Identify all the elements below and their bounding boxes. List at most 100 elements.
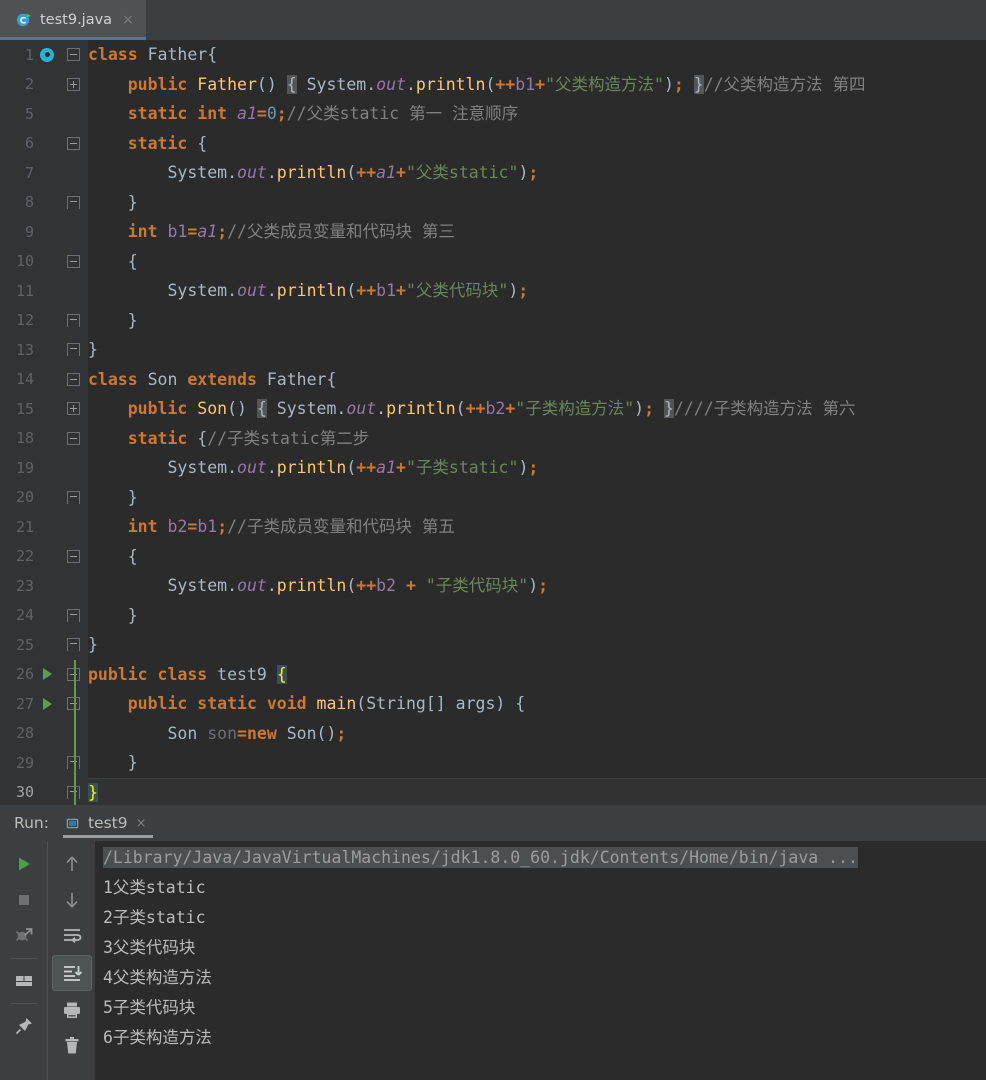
gutter-row[interactable]: 24 [0,601,88,631]
gutter-row[interactable]: 9 [0,217,88,247]
stop-button[interactable] [5,883,43,917]
code-line-row[interactable]: } [88,601,986,631]
code-line-row[interactable]: class Son extends Father{ [88,365,986,395]
gutter-row[interactable]: 13 [0,335,88,365]
fold-region-slot[interactable] [58,549,88,563]
fold-end-icon[interactable] [66,608,80,622]
gutter-row[interactable]: 14 [0,365,88,395]
code-line-row[interactable]: System.out.println(++a1+"父类static"); [88,158,986,188]
code-line-row[interactable]: public class test9 { [88,660,986,690]
code-line-row[interactable]: int b2=b1;//子类成员变量和代码块 第五 [88,512,986,542]
fold-region-slot[interactable] [58,313,88,327]
close-icon[interactable]: × [120,13,134,27]
gutter-row[interactable]: 25 [0,630,88,660]
code-line-row[interactable]: static int a1=0;//父类static 第一 注意顺序 [88,99,986,129]
gutter-row[interactable]: 18 [0,424,88,454]
fold-region-slot[interactable] [58,431,88,445]
fold-collapse-icon[interactable] [66,254,80,268]
soft-wrap-button[interactable] [53,919,91,953]
run-tab-test9[interactable]: test9 × [62,805,153,841]
gutter-marker-slot[interactable] [36,47,58,62]
fold-region-slot[interactable] [58,756,88,770]
rerun-failed-tests-button[interactable] [5,919,43,953]
gutter-row[interactable]: 11 [0,276,88,306]
fold-region-slot[interactable] [58,48,88,62]
code-line-row[interactable]: } [88,188,986,218]
code-line-row[interactable]: { [88,247,986,277]
clear-all-button[interactable] [53,1029,91,1063]
fold-end-icon[interactable] [66,313,80,327]
fold-end-icon[interactable] [66,756,80,770]
pin-tab-button[interactable] [5,1009,43,1043]
code-line-row[interactable]: static {//子类static第二步 [88,424,986,454]
fold-region-slot[interactable] [58,195,88,209]
fold-collapse-icon[interactable] [66,372,80,386]
scroll-to-end-button[interactable] [51,955,92,991]
layout-settings-button[interactable] [5,964,43,998]
fold-region-slot[interactable] [58,608,88,622]
gutter-row[interactable]: 21 [0,512,88,542]
fold-region-slot[interactable] [58,638,88,652]
run-gutter-icon[interactable] [42,668,52,681]
gutter-row[interactable]: 10 [0,247,88,277]
code-line-row[interactable]: } [88,777,986,805]
fold-region-slot[interactable] [58,785,88,799]
fold-collapse-icon[interactable] [66,697,80,711]
fold-collapse-icon[interactable] [66,48,80,62]
fold-region-slot[interactable] [58,402,88,416]
fold-region-slot[interactable] [58,254,88,268]
fold-expand-icon[interactable] [66,402,80,416]
fold-end-icon[interactable] [66,195,80,209]
code-line-row[interactable]: class Father{ [88,40,986,70]
gutter-row[interactable]: 2 [0,70,88,100]
code-line-row[interactable]: } [88,748,986,778]
fold-region-slot[interactable] [58,372,88,386]
print-button[interactable] [53,993,91,1027]
gutter-row[interactable]: 1 [0,40,88,70]
fold-region-slot[interactable] [58,490,88,504]
gutter-row[interactable]: 22 [0,542,88,572]
code-line-row[interactable]: System.out.println(++b1+"父类代码块"); [88,276,986,306]
arrow-up-button[interactable] [53,847,91,881]
fold-region-slot[interactable] [58,697,88,711]
fold-collapse-icon[interactable] [66,136,80,150]
code-line-row[interactable]: System.out.println(++b2 + "子类代码块"); [88,571,986,601]
code-line-row[interactable]: int b1=a1;//父类成员变量和代码块 第三 [88,217,986,247]
fold-end-icon[interactable] [66,638,80,652]
code-line-row[interactable]: { [88,542,986,572]
rerun-button[interactable] [5,847,43,881]
fold-collapse-icon[interactable] [66,431,80,445]
code-line-row[interactable]: } [88,630,986,660]
editor-tab-test9[interactable]: C test9.java × [0,0,146,40]
gutter-row[interactable]: 15 [0,394,88,424]
fold-end-icon[interactable] [66,785,80,799]
gutter-row[interactable]: 5 [0,99,88,129]
console-output[interactable]: /Library/Java/JavaVirtualMachines/jdk1.8… [95,841,986,1080]
editor-gutter[interactable]: 1 2 5 6 7 8 9 10 11 12 13 14 15 18 19 20 21 22 23 24 25 26 27 2… [0,40,88,805]
fold-collapse-icon[interactable] [66,549,80,563]
code-text-area[interactable]: class Father{ public Father() { System.o… [88,40,986,805]
gutter-row[interactable]: 12 [0,306,88,336]
fold-region-slot[interactable] [58,77,88,91]
gutter-row[interactable]: 19 [0,453,88,483]
gutter-row[interactable]: 20 [0,483,88,513]
code-line-row[interactable]: public Father() { System.out.println(++b… [88,70,986,100]
gutter-marker-slot[interactable] [36,668,58,681]
code-line-row[interactable]: System.out.println(++a1+"子类static"); [88,453,986,483]
fold-end-icon[interactable] [66,343,80,357]
code-line-row[interactable]: public Son() { System.out.println(++b2+"… [88,394,986,424]
code-line-row[interactable]: Son son=new Son(); [88,719,986,749]
code-editor[interactable]: 1 2 5 6 7 8 9 10 11 12 13 14 15 18 19 20 21 22 23 24 25 26 27 2… [0,40,986,805]
fold-expand-icon[interactable] [66,77,80,91]
code-line-row[interactable]: public static void main(String[] args) { [88,689,986,719]
gutter-row[interactable]: 23 [0,571,88,601]
gutter-row[interactable]: 7 [0,158,88,188]
gutter-row[interactable]: 6 [0,129,88,159]
implemented-method-icon[interactable] [40,47,54,62]
arrow-down-button[interactable] [53,883,91,917]
fold-region-slot[interactable] [58,343,88,357]
code-line-row[interactable]: } [88,483,986,513]
vcs-change-marker[interactable] [74,659,76,805]
code-line-row[interactable]: static { [88,129,986,159]
fold-region-slot[interactable] [58,136,88,150]
